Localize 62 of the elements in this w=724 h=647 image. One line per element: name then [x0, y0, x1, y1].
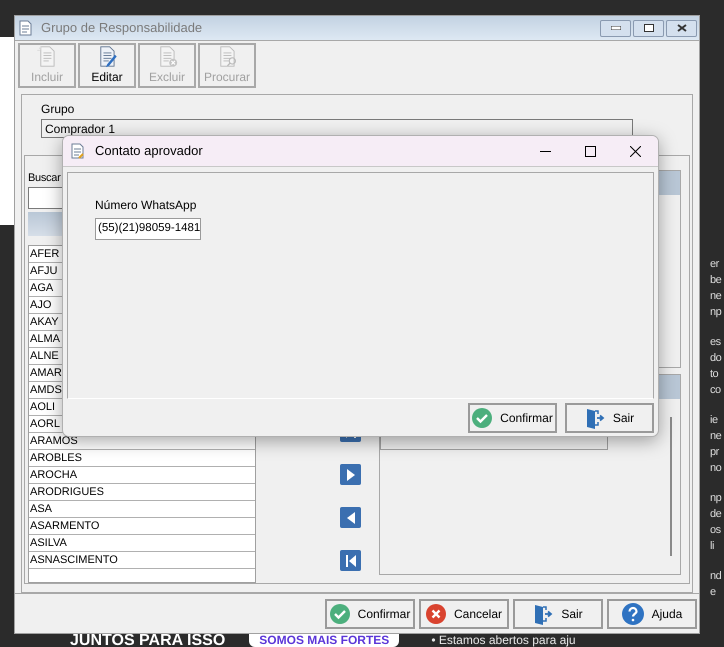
maximize-button[interactable]	[633, 20, 664, 36]
text-fragment: pr	[710, 445, 720, 460]
page-text: • Estamos abertos para aju	[431, 634, 576, 647]
minimize-icon	[610, 26, 620, 30]
page-banner: SOMOS MAIS FORTES	[249, 634, 400, 647]
field-label: Grupo	[41, 101, 76, 118]
list-item[interactable]: ASILVA	[29, 534, 255, 552]
close-icon	[630, 146, 641, 156]
close-icon	[426, 604, 446, 624]
list-item[interactable]: ARODRIGUES	[29, 484, 255, 501]
field-label: Buscar	[28, 171, 62, 186]
move-button[interactable]	[340, 506, 361, 528]
door-exit-icon	[584, 406, 605, 428]
action-button[interactable]: Cancelar	[419, 599, 509, 630]
text-fragment: do	[710, 351, 722, 366]
text-fragment: es	[710, 335, 722, 350]
text-fragment: np	[710, 305, 722, 320]
move-button[interactable]	[340, 464, 361, 485]
action-button[interactable]: Sair	[513, 599, 603, 630]
text-fragment: ne	[710, 429, 722, 444]
move-button[interactable]	[340, 550, 361, 571]
text-fragment: be	[710, 273, 722, 288]
text-fragment: no	[710, 461, 722, 476]
list-item[interactable]: ASARMENTO	[29, 518, 255, 535]
text-fragment: os	[710, 523, 722, 538]
action-button[interactable]: Confirmar	[325, 599, 415, 630]
document-icon	[19, 20, 33, 36]
door-exit-icon	[533, 603, 554, 626]
maximize-icon	[585, 146, 596, 156]
document-icon	[71, 143, 85, 159]
text-fragment: to	[710, 367, 720, 382]
action-button[interactable]: Confirmar	[468, 402, 557, 432]
list-item[interactable]: ASA	[29, 500, 255, 518]
text-fragment: er	[710, 257, 720, 272]
text-fragment: de	[710, 507, 722, 522]
text-fragment: ne	[710, 289, 722, 304]
action-button[interactable]: Sair	[565, 402, 654, 432]
text-fragment: ie	[710, 413, 719, 428]
text-fragment: nd	[710, 569, 722, 584]
window-title: Grupo de Responsabilidade	[41, 19, 202, 38]
dialog-title: Contato aprovador	[95, 142, 203, 160]
text-fragment: co	[710, 383, 722, 398]
toolbar-button[interactable]: Editar	[78, 43, 136, 88]
close-icon	[676, 24, 686, 32]
close-button[interactable]	[666, 20, 697, 36]
scrollbar[interactable]	[670, 417, 672, 556]
list-item[interactable]: AROCHA	[29, 466, 255, 484]
minimize-icon	[540, 150, 551, 152]
check-icon	[330, 604, 350, 624]
check-icon	[472, 408, 492, 428]
list-item[interactable]: ASNASCIMENTO	[29, 552, 255, 569]
text-fragment: np	[710, 491, 722, 506]
text-fragment: e	[710, 585, 717, 600]
text-fragment: li	[710, 539, 715, 554]
maximize-icon	[644, 24, 654, 32]
list-item[interactable]: AROBLES	[29, 450, 255, 467]
action-button[interactable]: Ajuda	[607, 599, 697, 630]
field-label: Número WhatsApp	[95, 197, 198, 214]
page-heading: JUNTOS PARA ISSO	[70, 634, 226, 647]
help-icon	[622, 603, 644, 626]
minimize-button[interactable]	[600, 20, 631, 36]
whatsapp-field[interactable]: (55)(21)98059-1481	[95, 218, 201, 240]
